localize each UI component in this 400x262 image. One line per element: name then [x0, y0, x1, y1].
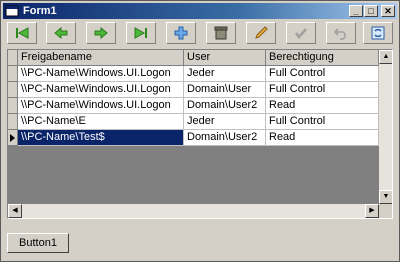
- next-record-button[interactable]: [86, 22, 116, 44]
- cell-berechtigung[interactable]: Full Control: [266, 114, 379, 130]
- refresh-icon: [371, 26, 385, 40]
- window-title: Form1: [23, 5, 57, 17]
- button1[interactable]: Button1: [7, 233, 69, 253]
- maximize-icon: □: [368, 6, 374, 16]
- cell-user[interactable]: Domain\User: [184, 82, 266, 98]
- title-bar[interactable]: Form1 _ □ ✕: [3, 3, 397, 19]
- edit-record-button[interactable]: [246, 22, 276, 44]
- last-record-button[interactable]: [126, 22, 156, 44]
- cell-user[interactable]: Domain\User2: [184, 130, 266, 146]
- vertical-scrollbar[interactable]: ▲ ▼: [379, 50, 392, 204]
- cell-freigabename-selected[interactable]: \\PC-Name\Test$: [18, 130, 184, 146]
- scroll-down-button[interactable]: ▼: [379, 190, 392, 204]
- cell-user[interactable]: Jeder: [184, 66, 266, 82]
- column-header-user[interactable]: User: [184, 50, 266, 66]
- previous-record-button[interactable]: [46, 22, 76, 44]
- row-header[interactable]: [8, 82, 18, 98]
- column-header-berechtigung[interactable]: Berechtigung: [266, 50, 379, 66]
- app-icon: [5, 5, 19, 17]
- maximize-button[interactable]: □: [364, 5, 378, 17]
- cell-berechtigung[interactable]: Full Control: [266, 82, 379, 98]
- add-icon: [174, 26, 188, 40]
- refresh-button[interactable]: [363, 22, 393, 44]
- cell-berechtigung[interactable]: Read: [266, 130, 379, 146]
- delete-record-button[interactable]: [206, 22, 236, 44]
- cell-freigabename[interactable]: \\PC-Name\E: [18, 114, 184, 130]
- current-row-arrow-icon: [10, 134, 15, 142]
- cell-user[interactable]: Domain\User2: [184, 98, 266, 114]
- left-arrow-icon: ◀: [12, 207, 18, 214]
- checkmark-icon: [295, 28, 307, 39]
- undo-icon: [333, 28, 346, 40]
- next-record-icon: [94, 26, 108, 40]
- data-grid[interactable]: Freigabename User Berechtigung \\PC-Name…: [7, 49, 393, 219]
- row-header[interactable]: [8, 98, 18, 114]
- cell-freigabename[interactable]: \\PC-Name\Windows.UI.Logon: [18, 82, 184, 98]
- pencil-icon: [255, 26, 268, 39]
- cell-user[interactable]: Jeder: [184, 114, 266, 130]
- row-header-current[interactable]: [8, 130, 18, 146]
- trash-icon: [214, 26, 228, 40]
- add-record-button[interactable]: [166, 22, 196, 44]
- scroll-left-button[interactable]: ◀: [8, 204, 22, 218]
- cell-freigabename[interactable]: \\PC-Name\Windows.UI.Logon: [18, 98, 184, 114]
- horizontal-scrollbar[interactable]: ◀ ▶: [8, 204, 379, 218]
- previous-record-icon: [54, 26, 68, 40]
- column-header-freigabename[interactable]: Freigabename: [18, 50, 184, 66]
- cell-freigabename[interactable]: \\PC-Name\Windows.UI.Logon: [18, 66, 184, 82]
- minimize-icon: _: [353, 6, 359, 16]
- minimize-button[interactable]: _: [349, 5, 363, 17]
- navigation-toolbar: [7, 22, 393, 46]
- last-record-icon: [134, 27, 147, 39]
- scroll-up-button[interactable]: ▲: [379, 50, 392, 64]
- first-record-icon: [16, 27, 29, 39]
- row-header[interactable]: [8, 66, 18, 82]
- scrollbar-corner: [379, 204, 392, 218]
- cell-berechtigung[interactable]: Full Control: [266, 66, 379, 82]
- right-arrow-icon: ▶: [369, 207, 375, 214]
- corner-header: [8, 50, 18, 66]
- close-button[interactable]: ✕: [381, 5, 395, 17]
- row-header[interactable]: [8, 114, 18, 130]
- down-arrow-icon: ▼: [382, 193, 390, 200]
- undo-button[interactable]: [326, 22, 356, 44]
- cell-berechtigung[interactable]: Read: [266, 98, 379, 114]
- form1-window: Form1 _ □ ✕ Freigabename User Berechtigu…: [0, 0, 400, 262]
- up-arrow-icon: ▲: [382, 53, 390, 60]
- save-record-button[interactable]: [286, 22, 316, 44]
- scroll-right-button[interactable]: ▶: [365, 204, 379, 218]
- close-icon: ✕: [384, 6, 392, 16]
- first-record-button[interactable]: [7, 22, 37, 44]
